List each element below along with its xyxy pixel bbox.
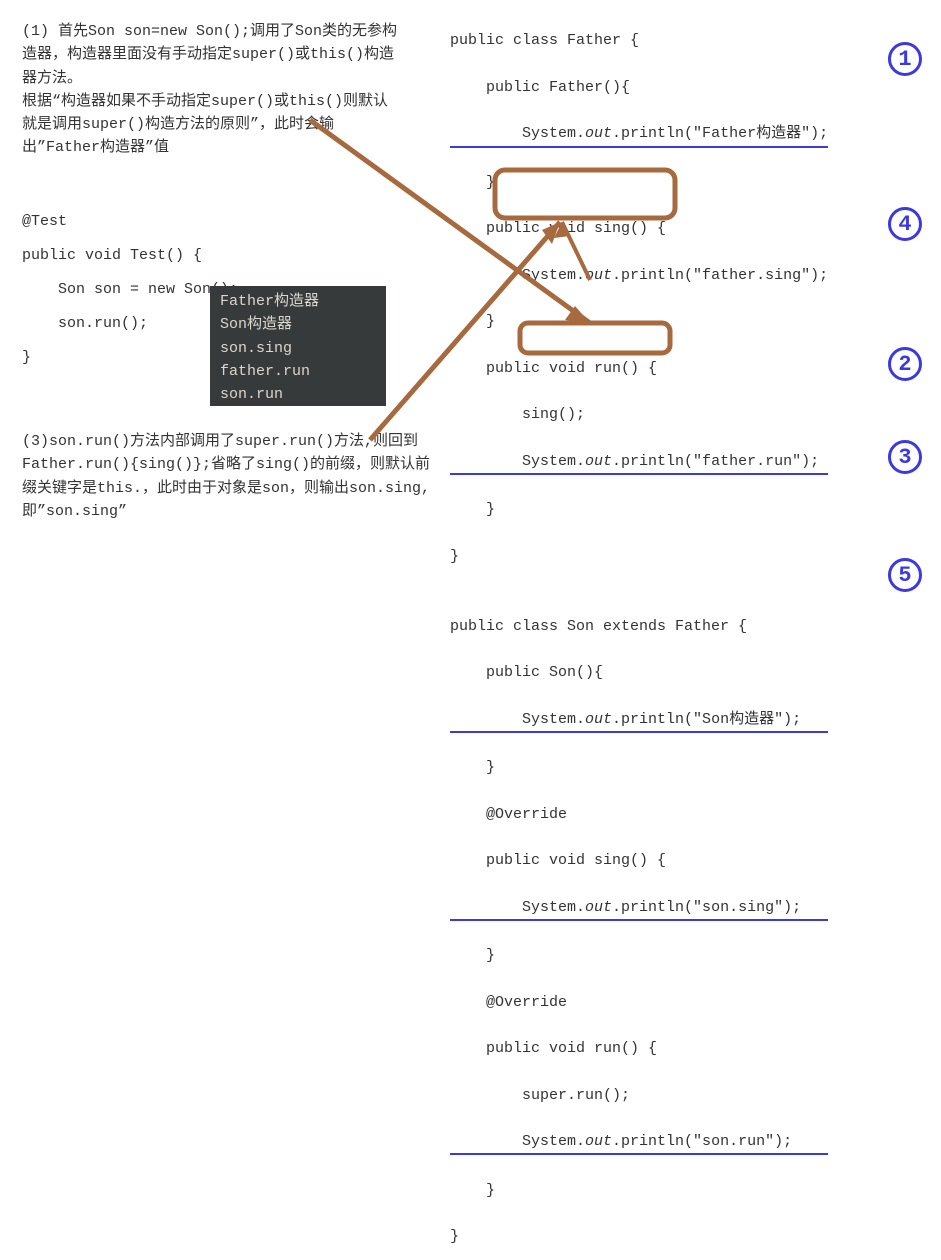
output-line-1: Father构造器 bbox=[220, 290, 376, 313]
son-sing-decl: public void sing() { bbox=[450, 849, 828, 872]
explanation-para-1: (1) 首先Son son=new Son();调用了Son类的无参构造器，构造… bbox=[22, 20, 402, 160]
son-ctor-decl: public Son(){ bbox=[450, 661, 828, 684]
step-circle-2: 2 bbox=[888, 347, 922, 381]
step-circle-1: 1 bbox=[888, 42, 922, 76]
output-line-3: son.sing bbox=[220, 337, 376, 360]
son-run-println: System.out.println("son.run"); bbox=[450, 1130, 828, 1155]
son-sing-end: } bbox=[450, 944, 828, 967]
father-class-decl: public class Father { bbox=[450, 29, 828, 52]
father-sing-decl: public void sing() { bbox=[450, 217, 828, 240]
console-output: Father构造器 Son构造器 son.sing father.run son… bbox=[210, 286, 386, 406]
test-annotation: @Test bbox=[22, 213, 402, 230]
output-line-5: son.run bbox=[220, 383, 376, 406]
code-right: public class Father { public Father(){ S… bbox=[450, 6, 828, 1260]
son-run-super: super.run(); bbox=[450, 1084, 828, 1107]
son-override-1: @Override bbox=[450, 803, 828, 826]
father-class-end: } bbox=[450, 545, 828, 568]
son-ctor-body: System.out.println("Son构造器"); bbox=[450, 708, 828, 733]
father-ctor-body: System.out.println("Father构造器"); bbox=[450, 122, 828, 147]
son-run-end: } bbox=[450, 1179, 828, 1202]
father-run-decl: public void run() { bbox=[450, 357, 828, 380]
son-sing-body: System.out.println("son.sing"); bbox=[450, 896, 828, 921]
step-circle-4: 4 bbox=[888, 207, 922, 241]
step-circle-3: 3 bbox=[888, 440, 922, 474]
son-class-end: } bbox=[450, 1225, 828, 1248]
output-line-2: Son构造器 bbox=[220, 313, 376, 336]
father-sing-end: } bbox=[450, 310, 828, 333]
son-ctor-end: } bbox=[450, 756, 828, 779]
father-run-sing-call: sing(); bbox=[450, 403, 828, 426]
step-circle-5: 5 bbox=[888, 558, 922, 592]
son-override-2: @Override bbox=[450, 991, 828, 1014]
output-line-4: father.run bbox=[220, 360, 376, 383]
father-sing-body: System.out.println("father.sing"); bbox=[450, 264, 828, 287]
explanation-para-3: (3)son.run()方法内部调用了super.run()方法,则回到Fath… bbox=[22, 430, 432, 523]
test-method-decl: public void Test() { bbox=[22, 247, 402, 264]
son-run-decl: public void run() { bbox=[450, 1037, 828, 1060]
father-ctor-decl: public Father(){ bbox=[450, 76, 828, 99]
son-class-decl: public class Son extends Father { bbox=[450, 615, 828, 638]
father-run-end: } bbox=[450, 498, 828, 521]
father-ctor-end: } bbox=[450, 171, 828, 194]
father-run-println: System.out.println("father.run"); bbox=[450, 450, 828, 475]
